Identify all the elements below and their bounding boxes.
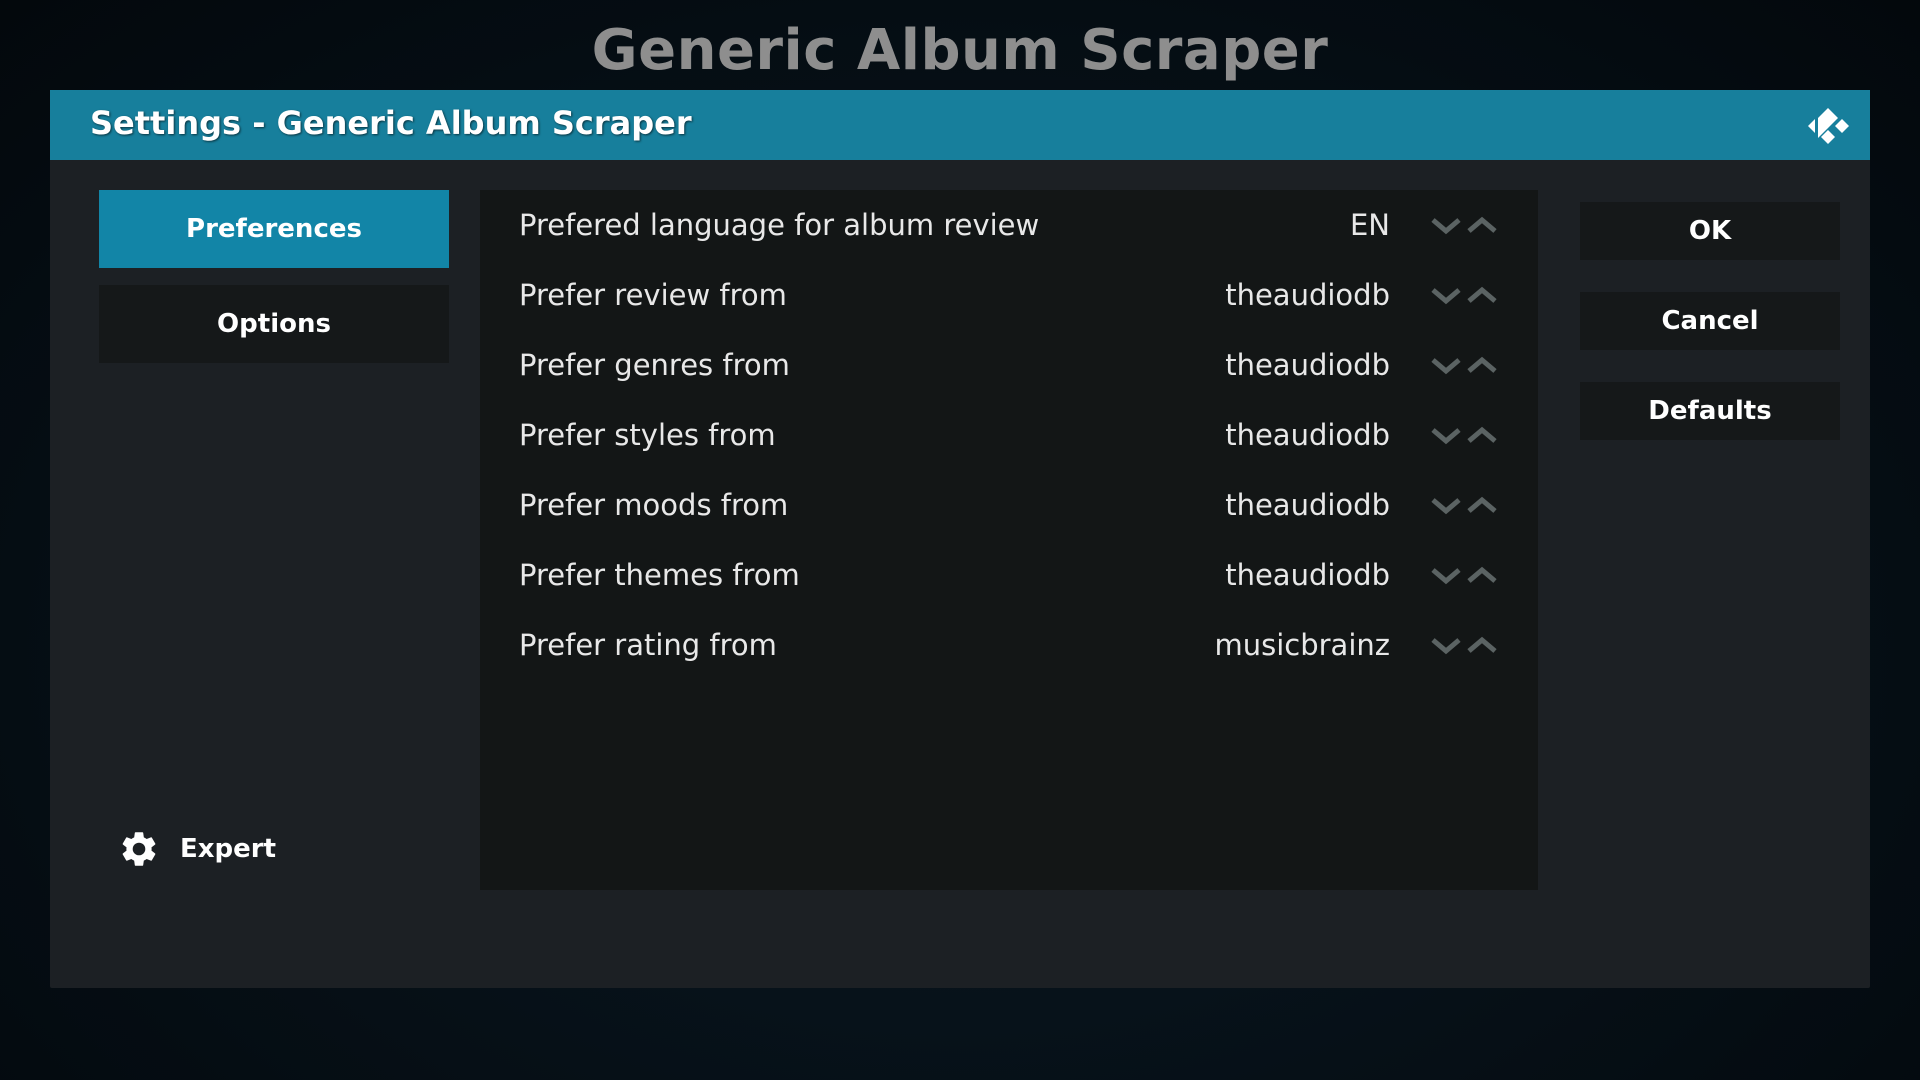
chevron-up-icon[interactable]	[1466, 354, 1498, 376]
chevron-down-icon[interactable]	[1430, 494, 1462, 516]
setting-row-styles[interactable]: Prefer styles from theaudiodb	[480, 400, 1538, 470]
dialog-header: Settings - Generic Album Scraper	[50, 90, 1870, 160]
setting-row-review[interactable]: Prefer review from theaudiodb	[480, 260, 1538, 330]
setting-label: Prefer genres from	[519, 348, 790, 382]
cancel-button[interactable]: Cancel	[1580, 292, 1840, 350]
chevron-down-icon[interactable]	[1430, 354, 1462, 376]
kodi-logo-icon	[1808, 108, 1849, 144]
setting-value: theaudiodb	[1225, 278, 1390, 312]
chevron-down-icon[interactable]	[1430, 284, 1462, 306]
page-title: Generic Album Scraper	[591, 18, 1329, 83]
defaults-button[interactable]: Defaults	[1580, 382, 1840, 440]
setting-row-rating[interactable]: Prefer rating from musicbrainz	[480, 610, 1538, 680]
chevron-up-icon[interactable]	[1466, 424, 1498, 446]
spinner-arrows	[1430, 564, 1498, 586]
setting-value: theaudiodb	[1225, 348, 1390, 382]
setting-value: musicbrainz	[1214, 628, 1390, 662]
setting-label: Prefer review from	[519, 278, 787, 312]
settings-level-label: Expert	[180, 834, 277, 864]
chevron-up-icon[interactable]	[1466, 494, 1498, 516]
category-preferences[interactable]: Preferences	[99, 190, 449, 268]
chevron-down-icon[interactable]	[1430, 214, 1462, 236]
setting-value: theaudiodb	[1225, 558, 1390, 592]
spinner-arrows	[1430, 424, 1498, 446]
spinner-arrows	[1430, 494, 1498, 516]
chevron-down-icon[interactable]	[1430, 424, 1462, 446]
settings-dialog: Settings - Generic Album Scraper Prefere…	[50, 90, 1870, 988]
setting-label: Prefer themes from	[519, 558, 800, 592]
chevron-down-icon[interactable]	[1430, 564, 1462, 586]
dialog-title: Settings - Generic Album Scraper	[90, 104, 692, 142]
setting-row-language[interactable]: Prefered language for album review EN	[480, 190, 1538, 260]
spinner-arrows	[1430, 634, 1498, 656]
chevron-up-icon[interactable]	[1466, 564, 1498, 586]
setting-value: theaudiodb	[1225, 418, 1390, 452]
chevron-down-icon[interactable]	[1430, 634, 1462, 656]
setting-label: Prefer moods from	[519, 488, 789, 522]
setting-row-moods[interactable]: Prefer moods from theaudiodb	[480, 470, 1538, 540]
spinner-arrows	[1430, 284, 1498, 306]
setting-value: theaudiodb	[1225, 488, 1390, 522]
setting-label: Prefer rating from	[519, 628, 777, 662]
gear-icon	[122, 832, 156, 866]
ok-button[interactable]: OK	[1580, 202, 1840, 260]
setting-row-genres[interactable]: Prefer genres from theaudiodb	[480, 330, 1538, 400]
setting-value: EN	[1349, 208, 1390, 242]
chevron-up-icon[interactable]	[1466, 214, 1498, 236]
setting-label: Prefered language for album review	[519, 208, 1040, 242]
spinner-arrows	[1430, 214, 1498, 236]
spinner-arrows	[1430, 354, 1498, 376]
chevron-up-icon[interactable]	[1466, 284, 1498, 306]
setting-label: Prefer styles from	[519, 418, 776, 452]
setting-row-themes[interactable]: Prefer themes from theaudiodb	[480, 540, 1538, 610]
category-options[interactable]: Options	[99, 285, 449, 363]
chevron-up-icon[interactable]	[1466, 634, 1498, 656]
settings-level-button[interactable]: Expert	[118, 828, 276, 870]
settings-list: Prefered language for album review EN Pr…	[480, 190, 1538, 890]
